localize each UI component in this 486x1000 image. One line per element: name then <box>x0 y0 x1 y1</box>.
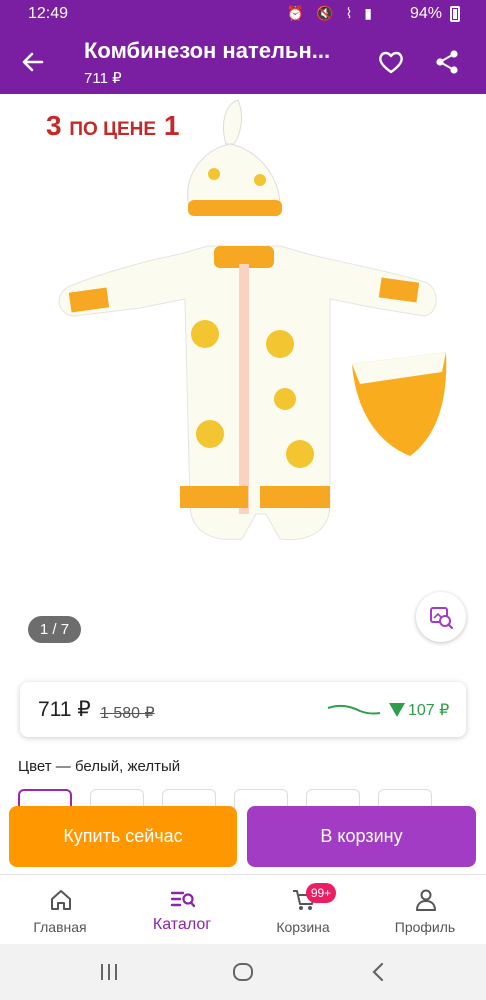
nav-label-home: Главная <box>33 919 87 935</box>
back-arrow-icon[interactable] <box>18 47 48 77</box>
promo-banner: 3 ПО ЦЕНЕ 1 <box>46 110 179 142</box>
image-counter: 1 / 7 <box>28 616 81 643</box>
battery-icon <box>450 6 460 22</box>
page-subtitle-price: 711 ₽ <box>84 70 122 87</box>
find-similar-button[interactable] <box>416 592 466 642</box>
catalog-search-icon <box>170 891 196 908</box>
status-icons: ⏰ 🔇 ⌇ ▮ <box>286 5 376 21</box>
nav-label-cart: Корзина <box>276 919 330 935</box>
system-back-icon[interactable] <box>367 960 391 984</box>
app-root: 12:49 ⏰ 🔇 ⌇ ▮ 94% Комбинезон нательн... … <box>0 0 486 1000</box>
old-price: 1 580 ₽ <box>100 705 155 722</box>
price-trend-line <box>327 704 381 715</box>
price-card[interactable]: 711 ₽ 1 580 ₽ 107 ₽ <box>20 682 466 737</box>
page-title: Комбинезон нательн... <box>84 38 331 63</box>
current-price: 711 ₽ <box>38 698 91 721</box>
product-image <box>58 99 447 541</box>
buy-now-button[interactable]: Купить сейчас <box>9 806 237 867</box>
home-icon <box>51 890 71 910</box>
home-circle-icon[interactable] <box>231 960 255 984</box>
nav-item-catalog[interactable]: Каталог <box>127 875 237 945</box>
image-search-icon <box>430 607 454 630</box>
price-drop-arrow-icon <box>389 703 405 717</box>
price-drop-value: 107 ₽ <box>408 702 450 719</box>
system-navigation-bar <box>0 944 486 1000</box>
nav-label-profile: Профиль <box>394 919 456 935</box>
add-to-cart-button[interactable]: В корзину <box>247 806 476 867</box>
nav-item-home[interactable]: Главная <box>5 875 115 945</box>
battery-percent: 94% <box>409 5 442 22</box>
promo-number-1: 1 <box>163 110 180 141</box>
status-bar: 12:49 ⏰ 🔇 ⌇ ▮ 94% <box>0 0 486 29</box>
product-gallery[interactable]: 3 ПО ЦЕНЕ 1 1 / 7 <box>0 94 486 654</box>
color-label: Цвет — белый, желтый <box>18 758 181 775</box>
promo-text: ПО ЦЕНЕ <box>69 119 157 140</box>
promo-number-3: 3 <box>46 110 62 141</box>
favorite-heart-icon[interactable] <box>376 47 406 77</box>
nav-item-cart[interactable]: 99+ Корзина <box>248 875 358 945</box>
status-time: 12:49 <box>28 5 69 22</box>
profile-icon <box>416 889 436 911</box>
app-header: Комбинезон нательн... 711 ₽ <box>0 29 486 94</box>
nav-item-profile[interactable]: Профиль <box>370 875 480 945</box>
recent-apps-icon[interactable] <box>97 960 121 984</box>
bottom-navigation: Главная Каталог 99+ Корзина Профиль <box>0 874 486 944</box>
nav-label-catalog: Каталог <box>152 916 212 933</box>
share-icon[interactable] <box>432 47 462 77</box>
cart-count-badge: 99+ <box>306 883 336 903</box>
